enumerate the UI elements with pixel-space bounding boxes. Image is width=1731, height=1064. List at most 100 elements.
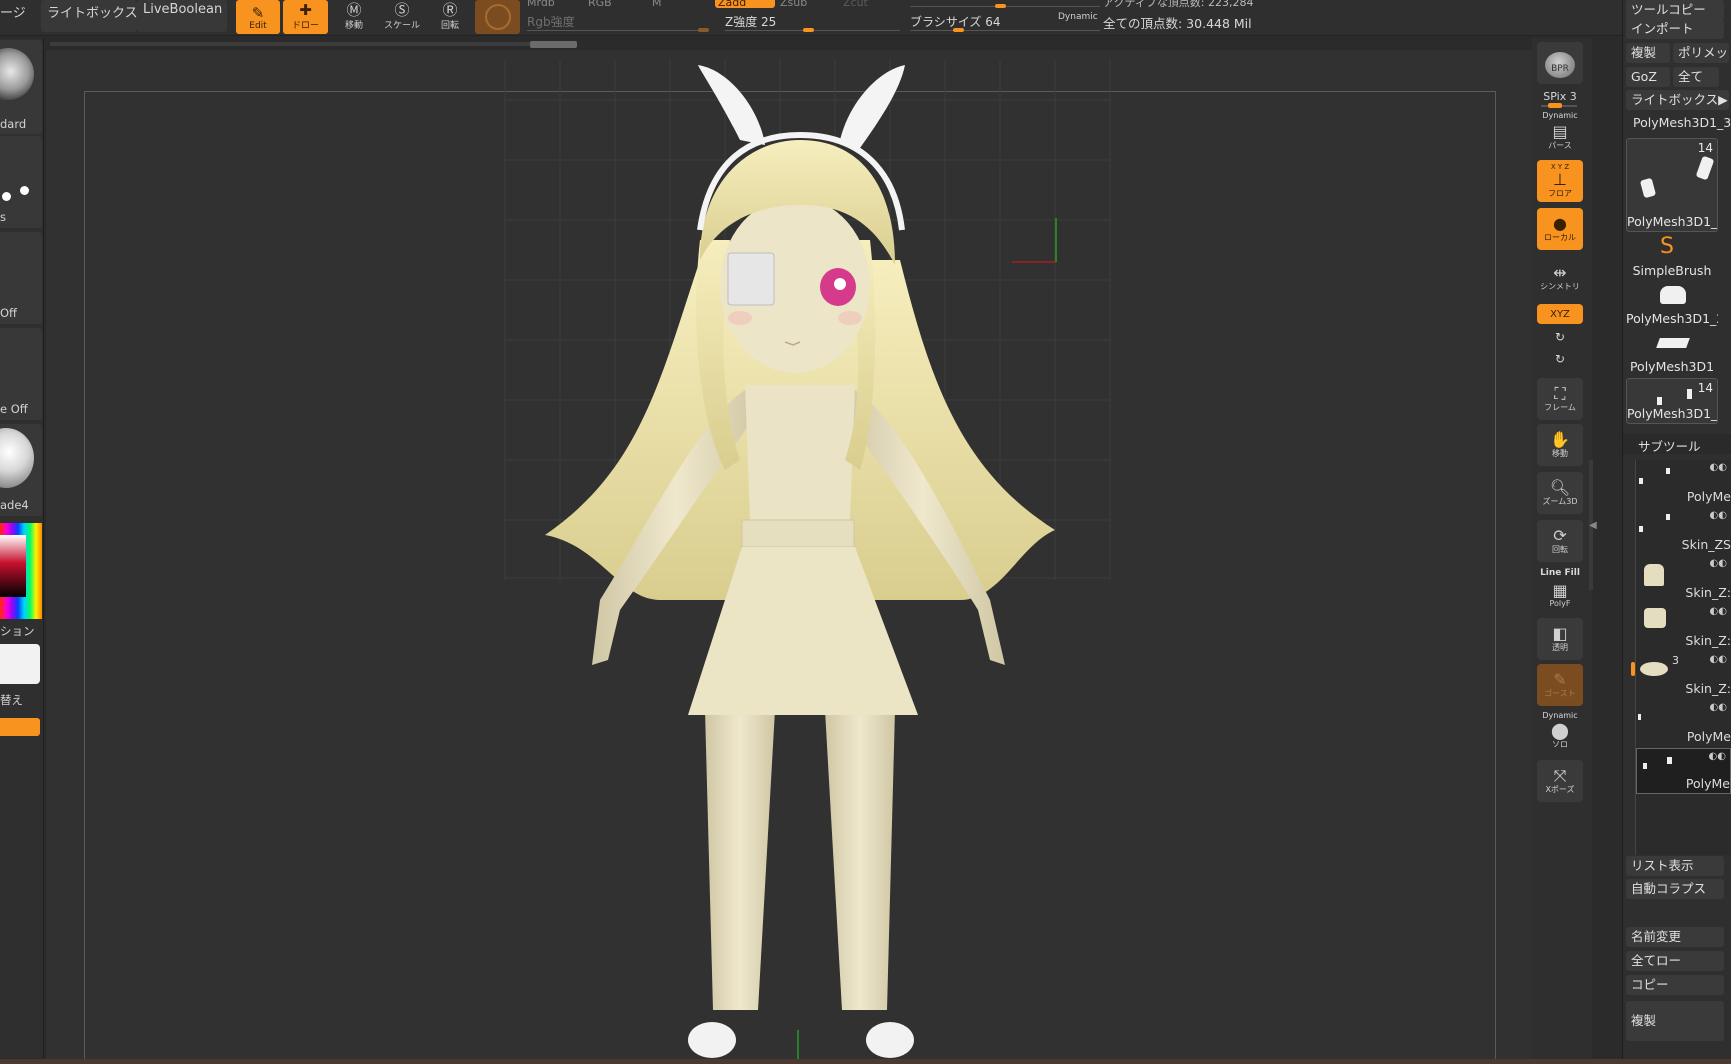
solo-button[interactable]: ⬤ ソロ: [1537, 720, 1583, 752]
subtool-visibility-icon[interactable]: ◐◐: [1710, 702, 1727, 713]
subtool-row[interactable]: ◐◐ Skin_Z:: [1636, 604, 1731, 650]
color-square[interactable]: [0, 535, 26, 597]
dynamic-toggle[interactable]: Dynamic: [1058, 12, 1098, 22]
rotate-z-icon[interactable]: ↻: [1537, 352, 1583, 366]
subtool-row[interactable]: 3 ◐◐ Skin_Z:: [1636, 652, 1731, 698]
tool-thumbnail-2: [1695, 155, 1715, 181]
all-low-button[interactable]: 全てロー: [1626, 951, 1724, 971]
tool-tile[interactable]: 14 PolyMesh3D1_3: [1626, 378, 1718, 424]
tool-tile[interactable]: PolyMesh3D1_2: [1626, 282, 1718, 328]
subtool-visibility-icon[interactable]: ◐◐: [1710, 606, 1727, 617]
secondary-color-swatch[interactable]: [0, 718, 40, 736]
z-intensity-label: Z強度 25: [725, 15, 777, 29]
subtool-name: PolyMe: [1685, 776, 1730, 791]
liveboolean-button[interactable]: LiveBoolean: [137, 0, 227, 32]
ghost-button[interactable]: ✎ ゴースト: [1537, 664, 1583, 706]
horizontal-scrollbar[interactable]: [50, 42, 577, 46]
collapse-arrow-icon[interactable]: ◀: [1589, 520, 1597, 531]
auto-collapse-button[interactable]: 自動コラプス: [1626, 879, 1724, 899]
import-button[interactable]: インポート: [1626, 19, 1724, 39]
rename-button[interactable]: 名前変更: [1626, 927, 1724, 947]
list-view-button[interactable]: リスト表示: [1626, 856, 1724, 876]
subtool-visibility-icon[interactable]: ◐◐: [1709, 751, 1726, 762]
rgb-button[interactable]: RGB: [588, 0, 612, 6]
zadd-label: Zadd: [718, 0, 747, 8]
tool-copy-button[interactable]: ツールコピー: [1626, 0, 1724, 20]
top-hidden-knob[interactable]: [995, 4, 1006, 8]
all-button[interactable]: 全て: [1673, 67, 1719, 87]
subtool-header[interactable]: サブツール: [1623, 434, 1731, 454]
tool-tile-label: PolyMesh3D1_3: [1627, 406, 1718, 421]
subtool-thumbnail: [1640, 662, 1668, 676]
left-tray: dard s Off e Off ade4 ション 替え: [0, 38, 44, 1058]
spix-knob[interactable]: [1548, 103, 1562, 108]
bpr-button[interactable]: BPR: [1537, 42, 1583, 84]
material-sphere-button[interactable]: [475, 0, 520, 34]
tool-tile[interactable]: S SimpleBrush: [1626, 234, 1718, 280]
rotate-button[interactable]: Ⓡ 回転: [429, 0, 471, 34]
subtool-visibility-icon[interactable]: ◐◐: [1710, 654, 1727, 665]
subtool-visibility-icon[interactable]: ◐◐: [1710, 462, 1727, 473]
move-button[interactable]: Ⓜ 移動: [333, 0, 375, 34]
stroke-selector[interactable]: s: [0, 136, 42, 228]
brush-standard-icon: [0, 48, 34, 100]
edit-label: Edit: [249, 21, 267, 31]
material-selector[interactable]: ade4: [0, 424, 42, 516]
subtool-row[interactable]: ◐◐ PolyMe: [1636, 700, 1731, 746]
subtool-thumbnail: [1639, 526, 1643, 532]
scrollbar-thumb[interactable]: [530, 41, 577, 48]
z-intensity-knob[interactable]: [803, 28, 814, 32]
floor-label: フロア: [1548, 189, 1572, 198]
subtool-visibility-icon[interactable]: ◐◐: [1710, 510, 1727, 521]
spix-label[interactable]: SPix 3: [1537, 90, 1583, 103]
brush-size-knob[interactable]: [953, 28, 964, 32]
scale-button[interactable]: Ⓢ スケール: [381, 0, 423, 34]
floor-button[interactable]: X Y Z ⊥ フロア: [1537, 160, 1583, 202]
xyz-button[interactable]: XYZ: [1537, 304, 1583, 324]
frame-button[interactable]: ⛶ フレーム: [1537, 378, 1583, 420]
zsub-button[interactable]: Zsub: [780, 0, 807, 6]
symmetry-button[interactable]: ⇹ シンメトリ: [1537, 260, 1583, 296]
subtool-row[interactable]: ◐◐ PolyMe: [1636, 460, 1731, 506]
clone-button[interactable]: 複製: [1626, 1001, 1724, 1041]
tool-lightbox-button[interactable]: ライトボックス▶: [1626, 90, 1729, 110]
zcut-button[interactable]: Zcut: [843, 0, 868, 6]
perspective-button[interactable]: ▤ パース: [1537, 120, 1583, 154]
draw-button[interactable]: ✚ ドロー: [283, 0, 328, 34]
goz-button[interactable]: GoZ: [1626, 67, 1670, 87]
subtool-row[interactable]: ◐◐ Skin_Z:: [1636, 556, 1731, 602]
xpose-button[interactable]: ⤧ Xポーズ: [1537, 760, 1583, 802]
tool-tile[interactable]: 14 PolyMesh3D1_3: [1626, 138, 1718, 232]
local-button[interactable]: ● ローカル: [1537, 208, 1583, 250]
polyf-button[interactable]: ▦ PolyF: [1537, 578, 1583, 612]
polymesh-button[interactable]: ポリメッシ: [1673, 43, 1729, 63]
transparent-button[interactable]: ◧ 透明: [1537, 618, 1583, 660]
copy-button[interactable]: コピー: [1626, 975, 1724, 995]
m-button[interactable]: M: [652, 0, 662, 6]
rgb-intensity-knob[interactable]: [698, 28, 709, 32]
move-view-button[interactable]: ✋ 移動: [1537, 424, 1583, 466]
rotate-view-button[interactable]: ⟳ 回転: [1537, 520, 1583, 562]
main-color-swatch[interactable]: [0, 644, 40, 684]
texture-selector[interactable]: e Off: [0, 328, 42, 420]
rotate-y-icon[interactable]: ↻: [1537, 330, 1583, 344]
zoom3d-button[interactable]: 🔍︎ ズーム3D: [1537, 472, 1583, 514]
subtool-row-selected[interactable]: ◐◐ PolyMe: [1636, 748, 1731, 794]
duplicate-button[interactable]: 複製: [1626, 43, 1670, 63]
alpha-selector[interactable]: Off: [0, 232, 42, 324]
tool-tile[interactable]: PolyMesh3D1: [1626, 330, 1718, 376]
zadd-button[interactable]: Zadd: [715, 0, 775, 8]
color-picker[interactable]: [0, 523, 42, 619]
subtool-scroll-indicator[interactable]: [1631, 662, 1635, 676]
lightbox-button[interactable]: ライトボックス: [41, 0, 138, 32]
bottom-strip: [0, 1059, 1731, 1064]
mrgb-button[interactable]: Mrgb: [527, 0, 555, 6]
solo-dynamic-label: Dynamic: [1542, 711, 1578, 720]
subtool-visibility-icon[interactable]: ◐◐: [1710, 558, 1727, 569]
brush-selector[interactable]: dard: [0, 40, 42, 134]
brush-size-slider[interactable]: [910, 30, 1100, 31]
subtool-row[interactable]: ◐◐ Skin_ZS: [1636, 508, 1731, 554]
rgb-intensity-slider[interactable]: [527, 30, 707, 31]
switch-color-label[interactable]: 替え: [0, 692, 23, 708]
edit-button[interactable]: ✎ Edit: [236, 0, 280, 34]
